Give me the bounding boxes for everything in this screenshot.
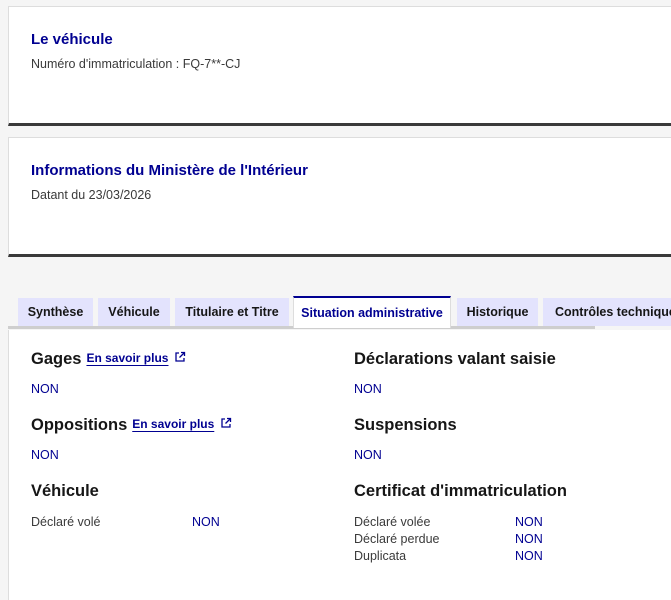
- vehicle-card-title: Le véhicule: [31, 31, 113, 48]
- certificat-title: Certificat d'immatriculation: [354, 482, 567, 500]
- gages-more-link[interactable]: En savoir plus: [86, 351, 186, 365]
- tab-titulaire-titre[interactable]: Titulaire et Titre: [175, 298, 289, 326]
- oppositions-section: Oppositions En savoir plus: [31, 416, 232, 435]
- certificat-perdue-label: Déclaré perdue: [354, 532, 440, 546]
- plate-number: Numéro d'immatriculation : FQ-7**-CJ: [31, 57, 241, 71]
- situation-administrative-panel: Gages En savoir plus NON Déclarations val…: [8, 330, 671, 600]
- tab-bar: Synthèse Véhicule Titulaire et Titre Sit…: [8, 296, 671, 330]
- vehicle-card: Le véhicule Numéro d'immatriculation : F…: [8, 6, 671, 126]
- oppositions-value: NON: [31, 448, 59, 462]
- tab-situation-administrative[interactable]: Situation administrative: [293, 296, 451, 328]
- certificat-volee-value: NON: [515, 515, 543, 529]
- external-link-icon: [221, 417, 232, 428]
- certificat-perdue-value: NON: [515, 532, 543, 546]
- ministry-card-title: Informations du Ministère de l'Intérieur: [31, 162, 308, 179]
- gages-section: Gages En savoir plus: [31, 350, 186, 369]
- certificat-volee-label: Déclaré volée: [354, 515, 431, 529]
- external-link-icon: [175, 351, 186, 362]
- gages-value: NON: [31, 382, 59, 396]
- suspensions-value: NON: [354, 448, 382, 462]
- ministry-card: Informations du Ministère de l'Intérieur…: [8, 137, 671, 257]
- suspensions-title: Suspensions: [354, 416, 457, 434]
- certificat-duplicata-value: NON: [515, 549, 543, 563]
- gages-title: Gages: [31, 350, 82, 368]
- declarations-value: NON: [354, 382, 382, 396]
- oppositions-title: Oppositions: [31, 416, 128, 434]
- gages-more-link-label: En savoir plus: [86, 351, 169, 365]
- vehicule-vole-label: Déclaré volé: [31, 515, 101, 529]
- tab-synthese[interactable]: Synthèse: [18, 298, 93, 326]
- oppositions-more-link-label: En savoir plus: [132, 417, 215, 431]
- vehicule-vole-value: NON: [192, 515, 220, 529]
- tab-vehicule[interactable]: Véhicule: [98, 298, 170, 326]
- certificat-duplicata-label: Duplicata: [354, 549, 407, 563]
- ministry-date: Datant du 23/03/2026: [31, 188, 152, 202]
- oppositions-more-link[interactable]: En savoir plus: [132, 417, 232, 431]
- declarations-title: Déclarations valant saisie: [354, 350, 556, 368]
- tab-historique[interactable]: Historique: [457, 298, 538, 326]
- tab-controles-techniques[interactable]: Contrôles techniques: [543, 298, 671, 326]
- vehicule-section-title: Véhicule: [31, 482, 99, 500]
